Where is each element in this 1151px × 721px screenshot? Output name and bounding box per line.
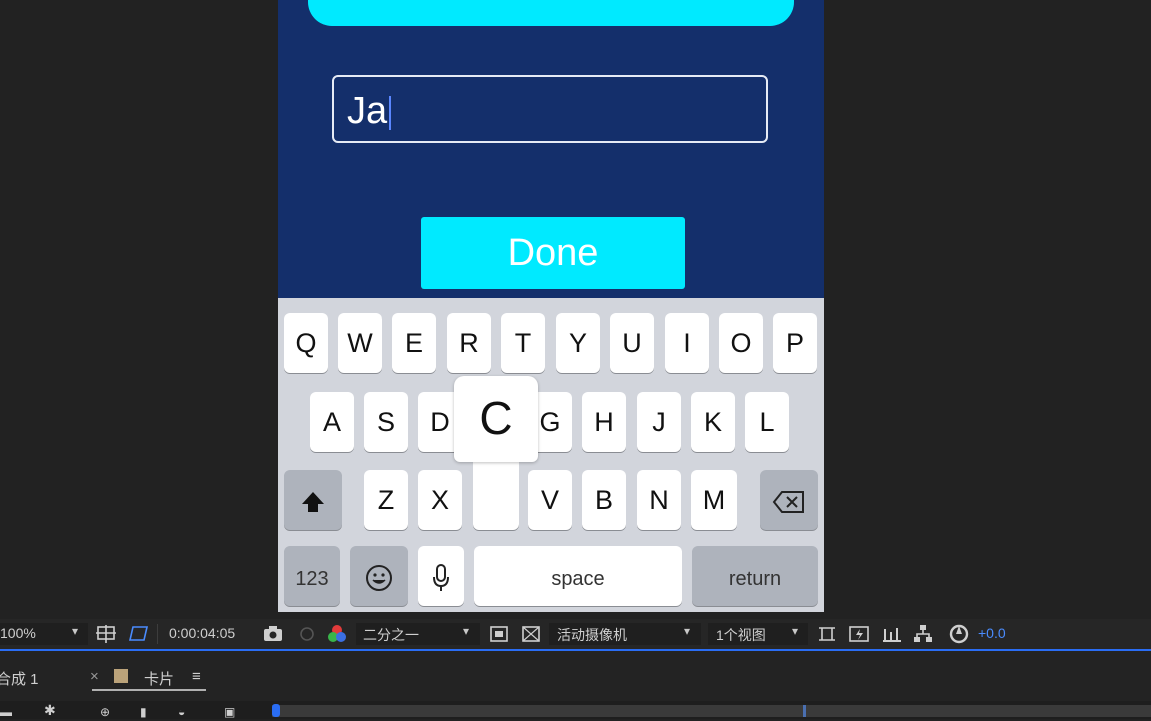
key-j[interactable]: J [637,392,681,452]
key-t[interactable]: T [501,313,545,373]
emoji-key[interactable] [350,546,408,606]
backspace-icon [772,490,804,513]
region-of-interest-icon[interactable] [488,624,510,644]
top-button[interactable] [308,0,794,26]
fast-preview-icon[interactable] [848,624,870,644]
timeline-tab-bar: 合成 1 × 卡片 ≡ [0,651,1151,701]
zoom-chevron-icon: ▾ [72,624,79,638]
key-w[interactable]: W [338,313,382,373]
current-time-indicator[interactable] [803,705,806,717]
name-text-field[interactable]: Ja [332,75,768,143]
composition-viewer: Ja Done Q W E R T Y U I O P A S D G H J … [278,0,824,612]
panel-menu-icon[interactable]: ≡ [192,668,201,685]
zoom-value: 100% [0,625,36,641]
tab-card[interactable]: 卡片 [144,668,174,689]
snapshot-camera-icon[interactable] [262,624,284,644]
numbers-key[interactable]: 123 [284,546,340,606]
mask-visibility-icon[interactable] [128,624,150,644]
key-m[interactable]: M [691,470,737,530]
tab-comp-1[interactable]: 合成 1 [0,668,39,689]
camera-value: 活动摄像机 [557,627,627,643]
current-timecode[interactable]: 0:00:04:05 [169,625,235,641]
show-snapshot-icon[interactable] [296,624,318,644]
key-l[interactable]: L [745,392,789,452]
shift-key[interactable] [284,470,342,530]
key-h[interactable]: H [582,392,626,452]
key-o[interactable]: O [719,313,763,373]
key-preview-stem [473,456,519,530]
return-key-label: return [728,568,782,590]
name-input-value: Ja [347,90,388,132]
layer-switch-icon[interactable]: ▬ [0,703,12,721]
text-caret [389,95,392,130]
dictation-key[interactable] [418,546,464,606]
work-area-start-handle[interactable] [272,704,280,717]
done-button[interactable]: Done [421,217,685,289]
toggle-pixel-aspect-icon[interactable] [816,624,838,644]
views-chevron-icon: ▾ [792,624,799,638]
return-key[interactable]: return [692,546,818,606]
resolution-value: 二分之一 [363,627,419,643]
key-q[interactable]: Q [284,313,328,373]
composition-color-icon [114,669,128,683]
calendar-icon[interactable]: ▣ [224,703,235,721]
motion-blur-icon[interactable]: ◒ [178,703,185,721]
key-p[interactable]: P [773,313,817,373]
viewer-toolbar: 100% ▾ 0:00:04:05 二分之一 ▾ 活动摄像机 ▾ 1个视图 ▾ [0,619,1151,649]
time-navigator-bar[interactable] [272,705,1151,717]
onscreen-keyboard: Q W E R T Y U I O P A S D G H J K L Z X … [278,298,824,612]
shift-icon [302,491,324,512]
space-key[interactable]: space [474,546,682,606]
globe-icon[interactable]: ⊕ [100,703,110,721]
exposure-value[interactable]: +0.0 [978,625,1006,641]
backspace-key[interactable] [760,470,818,530]
key-a[interactable]: A [310,392,354,452]
close-tab-icon[interactable]: × [90,668,99,685]
space-key-label: space [551,568,605,590]
key-n[interactable]: N [637,470,681,530]
microphone-icon [433,563,449,591]
views-value: 1个视图 [716,627,766,643]
grid-icon[interactable] [95,624,117,644]
solo-icon[interactable]: ▮ [140,703,147,721]
key-s[interactable]: S [364,392,408,452]
active-tab-underline [92,689,206,691]
flowchart-icon[interactable] [912,623,934,645]
key-preview-letter: C [454,376,538,462]
key-e[interactable]: E [392,313,436,373]
emoji-icon [366,564,392,591]
key-k[interactable]: K [691,392,735,452]
color-channels-icon[interactable] [326,623,348,645]
numbers-key-label: 123 [295,568,329,590]
camera-chevron-icon: ▾ [684,624,691,638]
key-u[interactable]: U [610,313,654,373]
resolution-chevron-icon: ▾ [463,624,470,638]
key-y[interactable]: Y [556,313,600,373]
transparency-grid-icon[interactable] [520,624,542,644]
key-i[interactable]: I [665,313,709,373]
key-b[interactable]: B [582,470,626,530]
key-z[interactable]: Z [364,470,408,530]
reset-exposure-icon[interactable] [948,623,970,645]
key-preview-popup: C [454,376,538,532]
timeline-icon[interactable] [881,624,903,644]
key-r[interactable]: R [447,313,491,373]
sparkle-icon[interactable]: ✱ [44,701,56,719]
toolbar-separator [157,624,158,644]
